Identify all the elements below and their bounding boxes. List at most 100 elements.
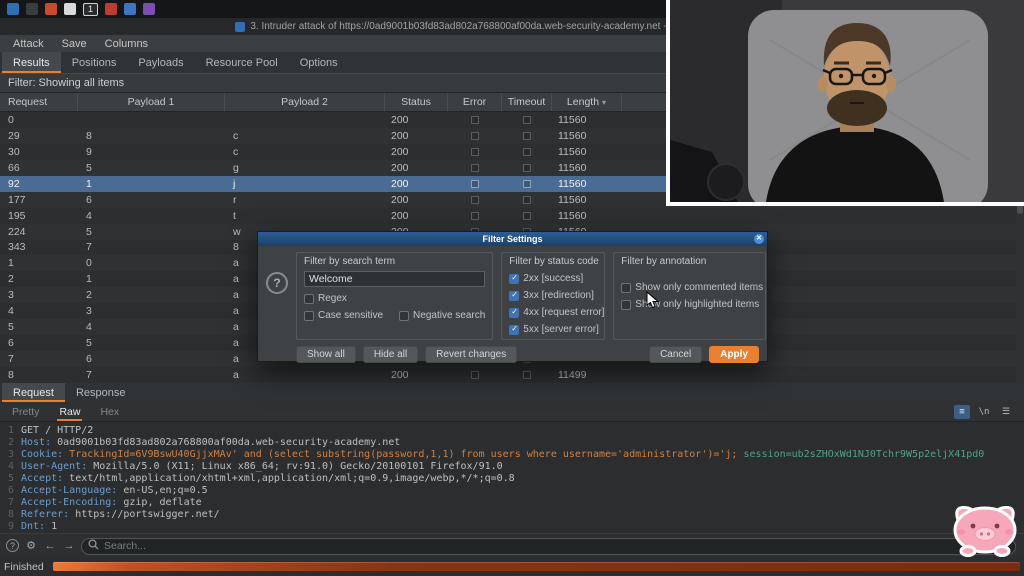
newline-icon[interactable]: \n [976,405,992,419]
taskbar-icon-3[interactable] [45,3,57,15]
cancel-button[interactable]: Cancel [649,346,702,363]
cell-status: 200 [385,130,448,142]
line-number: 9 [2,521,14,533]
editor-line: 9Dnt: 1 [0,521,1024,533]
tab-results[interactable]: Results [2,52,61,73]
timeout-checkbox[interactable] [523,148,531,156]
forward-arrow-icon[interactable]: → [62,539,76,553]
status-filter-3xx[interactable]: 3xx [redirection] [509,290,597,301]
cell-timeout [502,132,552,140]
annotation-filter-2[interactable]: Show only highlighted items [621,299,758,310]
cell-request: 224 [0,226,78,238]
settings-gear-icon[interactable]: ⚙ [24,539,38,553]
cell-length: 11560 [552,162,622,174]
dialog-titlebar[interactable]: Filter Settings ✕ [258,232,767,246]
cell-payload2: g [225,162,385,174]
error-checkbox[interactable] [471,148,479,156]
cell-request: 30 [0,146,78,158]
cell-timeout [502,196,552,204]
error-checkbox[interactable] [471,212,479,220]
case-sensitive-checkbox[interactable]: Case sensitive [304,310,383,321]
cell-request: 1 [0,257,78,269]
editor-menu-icon[interactable]: ☰ [998,405,1014,419]
help-icon[interactable]: ? [266,272,288,294]
back-arrow-icon[interactable]: ← [43,539,57,553]
hide-all-button[interactable]: Hide all [363,346,418,363]
tab-response[interactable]: Response [65,383,137,402]
selection-icon[interactable]: ≡ [954,405,970,419]
checkbox-box [304,311,314,321]
column-header-length[interactable]: Length▾ [552,93,622,111]
checkbox-box [621,300,631,310]
mouse-cursor [646,291,660,309]
request-editor[interactable]: 1GET / HTTP/22Host: 0ad9001b03fd83ad802a… [0,422,1024,533]
cell-request: 4 [0,305,78,317]
menu-save[interactable]: Save [53,37,96,51]
table-row[interactable]: 87a20011499 [0,367,1024,383]
tab-request[interactable]: Request [2,383,65,402]
timeout-checkbox[interactable] [523,164,531,172]
cell-payload1: 5 [78,162,225,174]
timeout-checkbox[interactable] [523,371,531,379]
column-header-error[interactable]: Error [448,93,502,111]
tab-positions[interactable]: Positions [61,52,128,73]
column-header-payload-1[interactable]: Payload 1 [78,93,225,111]
error-checkbox[interactable] [471,371,479,379]
line-number: 1 [2,425,14,437]
column-header-request[interactable]: Request [0,93,78,111]
view-tab-pretty[interactable]: Pretty [10,403,41,421]
revert-changes-button[interactable]: Revert changes [425,346,517,363]
error-checkbox[interactable] [471,132,479,140]
status-filter-4xx[interactable]: 4xx [request error] [509,307,597,318]
view-tab-hex[interactable]: Hex [98,403,121,421]
status-filter-5xx[interactable]: 5xx [server error] [509,324,597,335]
taskbar-icon-2[interactable] [26,3,38,15]
taskbar-icon-7[interactable] [143,3,155,15]
cell-payload1: 7 [78,241,225,253]
editor-line: 7Accept-Encoding: gzip, deflate [0,497,1024,509]
apply-button[interactable]: Apply [709,346,759,363]
search-term-input[interactable] [304,271,485,287]
workspace-indicator[interactable]: 1 [83,3,98,16]
taskbar-icon-6[interactable] [124,3,136,15]
timeout-checkbox[interactable] [523,180,531,188]
timeout-checkbox[interactable] [523,116,531,124]
annotation-filter-1[interactable]: Show only commented items [621,282,758,293]
view-tab-raw[interactable]: Raw [57,403,82,421]
error-checkbox[interactable] [471,116,479,124]
cell-timeout [502,148,552,156]
column-header-timeout[interactable]: Timeout [502,93,552,111]
tab-options[interactable]: Options [289,52,349,73]
regex-label: Regex [318,293,347,304]
timeout-checkbox[interactable] [523,196,531,204]
menu-attack[interactable]: Attack [4,37,53,51]
show-all-button[interactable]: Show all [296,346,356,363]
timeout-checkbox[interactable] [523,212,531,220]
error-checkbox[interactable] [471,164,479,172]
tab-payloads[interactable]: Payloads [127,52,194,73]
status-filter-2xx[interactable]: 2xx [success] [509,273,597,284]
timeout-checkbox[interactable] [523,132,531,140]
menu-columns[interactable]: Columns [96,37,157,51]
cell-length: 11560 [552,114,622,126]
column-header-status[interactable]: Status [385,93,448,111]
cell-request: 8 [0,369,78,381]
column-header-payload-2[interactable]: Payload 2 [225,93,385,111]
taskbar-icon-5[interactable] [105,3,117,15]
negative-search-checkbox[interactable]: Negative search [399,310,485,321]
taskbar-icon-4[interactable] [64,3,76,15]
pig-trotter [961,547,975,556]
error-checkbox[interactable] [471,180,479,188]
search-input[interactable] [81,538,1016,555]
tab-resource-pool[interactable]: Resource Pool [195,52,289,73]
close-icon[interactable]: ✕ [754,234,764,244]
help-icon[interactable]: ? [6,539,19,552]
taskbar-icon-1[interactable] [7,3,19,15]
status-label: Finished [4,561,44,573]
checkbox-box [509,274,519,284]
table-row[interactable]: 1954t20011560 [0,208,1024,224]
error-checkbox[interactable] [471,196,479,204]
checkbox-box [509,325,519,335]
regex-checkbox[interactable]: Regex [304,293,485,304]
checkbox-box [304,294,314,304]
